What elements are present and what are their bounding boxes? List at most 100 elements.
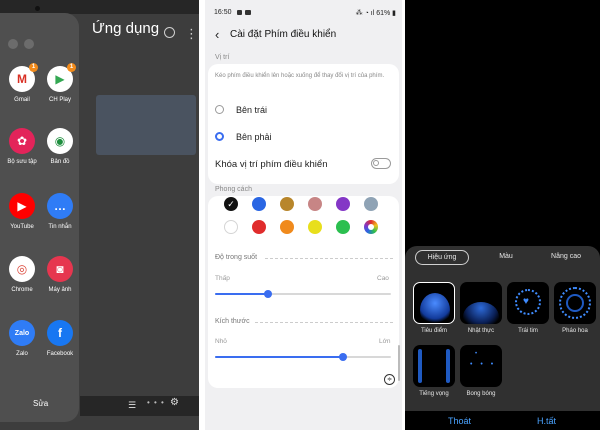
tab-color[interactable]: Màu — [491, 250, 521, 263]
adjust-icon[interactable]: ≑ — [384, 374, 395, 385]
transparency-low-label: Thấp — [215, 275, 230, 282]
custom-color-icon — [368, 224, 374, 230]
front-camera — [35, 6, 40, 11]
effect-option[interactable]: Nhật thực — [460, 282, 502, 334]
panel-title: Ứng dụng — [92, 20, 160, 37]
gear-icon[interactable]: ⚙ — [170, 397, 179, 408]
notification-icon — [237, 10, 242, 15]
color-swatch[interactable]: ✓ — [224, 197, 238, 211]
icon-glyph: ◙ — [56, 262, 64, 276]
effect-label: Bong bóng — [466, 391, 496, 397]
zalo-icon: Zalo — [9, 320, 35, 346]
app-label: YouTube — [10, 224, 34, 230]
effect-option[interactable]: • • • • Bong bóng — [460, 345, 502, 397]
exit-button[interactable]: Thoát — [448, 416, 471, 426]
gmail-icon: M1 — [9, 63, 38, 92]
icon-glyph: ◉ — [54, 134, 66, 148]
app-gmail[interactable]: M 1 Gmail — [2, 63, 42, 103]
app-youtube[interactable]: ▶ YouTube — [2, 193, 42, 230]
effect-option[interactable]: Tiêu điểm — [413, 282, 455, 334]
edit-button[interactable]: Sửa — [33, 399, 48, 408]
app-label: Gmail — [14, 97, 30, 103]
status-time: 16:50 — [214, 9, 232, 16]
icon-glyph: ▶ — [55, 72, 65, 86]
icon-glyph: f — [58, 326, 62, 340]
color-swatch[interactable] — [224, 220, 238, 234]
app-facebook[interactable]: f Facebook — [40, 320, 80, 357]
status-indicators: ⁂ ◔ ıl 61% ▮ — [355, 10, 396, 17]
check-icon: ✓ — [227, 198, 235, 209]
panel-circle-icon[interactable] — [164, 27, 175, 38]
status-bar: 16:50 ⁂ ◔ ıl 61% ▮ — [205, 0, 402, 18]
tab-effects[interactable]: Hiệu ứng — [415, 250, 469, 265]
heart-effect-icon: ♥ — [507, 282, 549, 324]
slider-fill — [215, 293, 268, 295]
toggle-knob — [373, 160, 379, 166]
icon-glyph: … — [54, 199, 66, 213]
tab-advanced[interactable]: Nâng cao — [543, 250, 589, 263]
left-radio[interactable] — [215, 105, 224, 114]
app-label: Máy ảnh — [48, 287, 72, 293]
messages-icon: … — [47, 193, 73, 219]
right-radio[interactable] — [215, 132, 224, 141]
app-bộ-sưu-tập[interactable]: ✿ Bộ sưu tập — [2, 128, 42, 165]
app-máy-ảnh[interactable]: ◙ Máy ảnh — [40, 256, 80, 293]
icon-glyph: ▶ — [17, 199, 27, 213]
right-option-label: Bên phải — [236, 132, 272, 142]
youtube-icon: ▶ — [9, 193, 35, 219]
effect-option[interactable]: Tiếng vọng — [413, 345, 455, 397]
lock-position-toggle[interactable] — [371, 158, 391, 169]
position-section-label: Vị trí — [215, 54, 230, 61]
app-bản-đồ[interactable]: ◉ Bản đồ — [40, 128, 80, 165]
notification-badge: 1 — [29, 63, 38, 72]
app-label: Facebook — [46, 351, 74, 357]
scrollbar[interactable] — [398, 345, 400, 381]
eclipse-effect-icon — [460, 282, 502, 324]
position-description: Kéo phím điều khiển lên hoặc xuống để th… — [215, 73, 385, 79]
sheet-dot-icon — [24, 39, 34, 49]
camera-icon: ◙ — [47, 256, 73, 282]
color-swatch[interactable] — [336, 197, 350, 211]
chrome-icon: ◎ — [9, 256, 35, 282]
echo-effect-icon — [413, 345, 455, 387]
list-view-icon[interactable]: ☰ — [128, 400, 136, 411]
effect-option[interactable]: Pháo hoa — [554, 282, 596, 334]
icon-glyph: ◎ — [16, 262, 28, 276]
color-swatch[interactable] — [308, 197, 322, 211]
app-label: Tin nhắn — [48, 224, 72, 230]
app-ch-play[interactable]: ▶ 1 CH Play — [40, 63, 80, 103]
color-swatch[interactable] — [364, 197, 378, 211]
app-chrome[interactable]: ◎ Chrome — [2, 256, 42, 293]
app-label: CH Play — [48, 97, 71, 103]
handle-settings-screen: 16:50 ⁂ ◔ ıl 61% ▮ ‹ Cài đặt Phím điều k… — [205, 0, 402, 430]
back-arrow-icon[interactable]: ‹ — [215, 27, 219, 42]
effect-option[interactable]: ♥ Trái tim — [507, 282, 549, 334]
app-tin-nhắn[interactable]: … Tin nhắn — [40, 193, 80, 230]
color-swatch[interactable] — [364, 220, 378, 234]
color-swatch[interactable] — [252, 220, 266, 234]
color-swatch[interactable] — [252, 197, 266, 211]
transparency-high-label: Cao — [377, 275, 389, 282]
color-swatch[interactable] — [280, 220, 294, 234]
transparency-label: Độ trong suốt — [215, 254, 258, 261]
done-button[interactable]: H.tất — [537, 416, 556, 426]
app-label: Zalo — [16, 351, 28, 357]
transparency-slider[interactable] — [215, 290, 391, 298]
more-options-icon[interactable]: ⋮ — [185, 26, 198, 42]
app-zalo[interactable]: Zalo Zalo — [2, 320, 42, 357]
effect-label: Tiêu điểm — [420, 328, 448, 334]
fireworks-effect-icon — [554, 282, 596, 324]
size-slider[interactable] — [215, 353, 391, 361]
color-swatch[interactable] — [308, 220, 322, 234]
effect-label: Pháo hoa — [562, 328, 588, 334]
image-notification-icon — [245, 10, 251, 15]
effect-label: Nhật thực — [467, 328, 495, 334]
bottom-bar — [80, 396, 199, 416]
color-swatch[interactable] — [280, 197, 294, 211]
sheet-dot-icon — [8, 39, 18, 49]
status-bar — [0, 0, 199, 14]
color-swatch[interactable] — [336, 220, 350, 234]
style-section-label: Phong cách — [215, 186, 252, 193]
icon-glyph: M — [17, 72, 27, 86]
slider-thumb[interactable] — [263, 290, 272, 298]
